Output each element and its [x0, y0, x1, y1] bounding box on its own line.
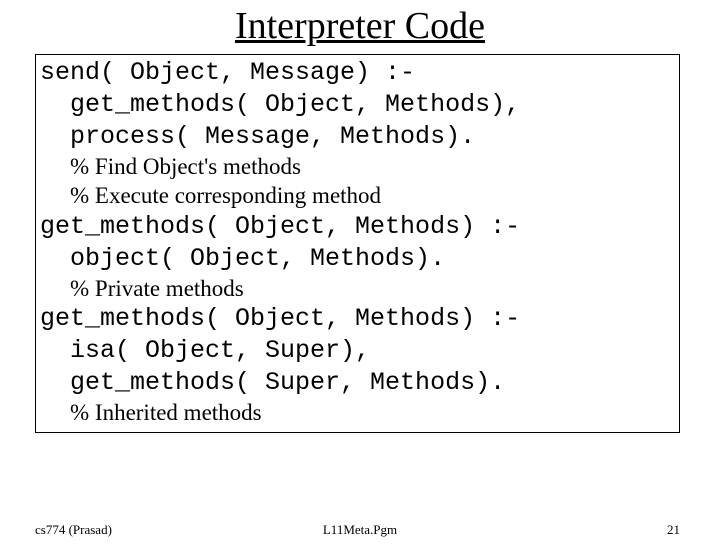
comment-line: % Inherited methods: [70, 399, 675, 428]
code-line: send( Object, Message) :-: [40, 58, 415, 87]
code-block-get-methods-isa: get_methods( Object, Methods) :- isa( Ob…: [40, 303, 675, 399]
code-line: isa( Object, Super),: [40, 336, 370, 365]
code-line: get_methods( Object, Methods) :-: [40, 304, 520, 333]
code-block-send: send( Object, Message) :- get_methods( O…: [40, 57, 675, 153]
footer-right: 21: [667, 522, 680, 538]
comment-line: % Execute corresponding method: [70, 182, 675, 211]
content-box: send( Object, Message) :- get_methods( O…: [35, 54, 680, 433]
comment-block-private: % Private methods: [70, 275, 675, 304]
code-block-get-methods-object: get_methods( Object, Methods) :- object(…: [40, 211, 675, 275]
code-line: process( Message, Methods).: [40, 122, 475, 151]
code-line: get_methods( Super, Methods).: [40, 368, 505, 397]
page-title: Interpreter Code: [0, 4, 720, 48]
footer-center: L11Meta.Pgm: [0, 522, 720, 538]
code-line: object( Object, Methods).: [40, 244, 445, 273]
comment-block-inherited: % Inherited methods: [70, 399, 675, 428]
comment-block-find: % Find Object's methods % Execute corres…: [70, 153, 675, 211]
code-line: get_methods( Object, Methods) :-: [40, 212, 520, 241]
slide: Interpreter Code send( Object, Message) …: [0, 4, 720, 544]
code-line: get_methods( Object, Methods),: [40, 90, 520, 119]
comment-line: % Private methods: [70, 275, 675, 304]
comment-line: % Find Object's methods: [70, 153, 675, 182]
